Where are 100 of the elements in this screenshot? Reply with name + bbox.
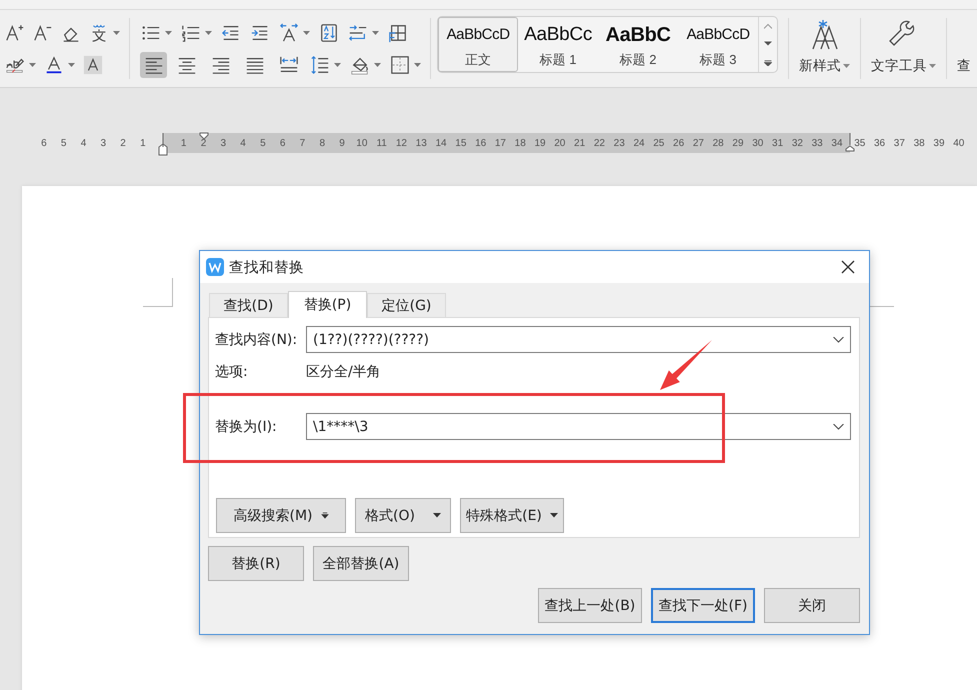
sort-icon	[319, 22, 340, 42]
ruler-number: 3	[219, 138, 228, 148]
style-item[interactable]: AaBbCc 标题 1	[518, 17, 598, 72]
ruler-number: 24	[632, 138, 646, 148]
chevron-icon	[833, 336, 844, 342]
scroll-down-icon[interactable]	[764, 41, 772, 48]
caret-icon	[550, 512, 558, 519]
button-label: 文字工具	[871, 57, 928, 75]
ruler-number: 26	[672, 138, 686, 148]
ruler-number: 2	[200, 138, 208, 148]
options-value: 区分全/半角	[306, 363, 381, 381]
ruler-number: 39	[932, 138, 946, 148]
ruler-number: 13	[414, 138, 428, 148]
line-spacing-icon	[310, 54, 330, 74]
ruler-number: 28	[712, 138, 725, 148]
options-label: 选项:	[215, 363, 249, 381]
shrink-font-icon	[33, 22, 53, 42]
ruler-number: 16	[474, 138, 488, 148]
char-shading-icon	[83, 54, 103, 74]
ruler-number: 4	[80, 138, 88, 148]
dialog-title: 查找和替换	[229, 258, 304, 276]
style-item[interactable]: AaBbC 标题 2	[598, 17, 678, 72]
ruler-number: 31	[771, 138, 784, 148]
menu-button[interactable]: 格式(O)	[355, 498, 451, 533]
caret-icon	[320, 512, 328, 519]
char-scale-icon	[279, 22, 300, 42]
tab[interactable]: 查找(D)	[209, 293, 288, 317]
style-item[interactable]: AaBbCcD 标题 3	[678, 17, 758, 72]
ruler-number: 7	[298, 138, 306, 148]
ruler-number: 9	[338, 138, 346, 148]
ruler-number: 21	[573, 138, 586, 148]
ruler-number: 17	[494, 138, 507, 148]
indent-marker[interactable]	[158, 133, 168, 157]
button-label: 查	[956, 57, 971, 75]
ruler-number: 35	[853, 138, 866, 148]
tab[interactable]: 替换(P)	[288, 291, 367, 318]
replace-field[interactable]: \1****\3	[306, 413, 851, 440]
menu-button[interactable]: 特殊格式(E)	[460, 498, 564, 533]
caret-icon	[372, 30, 380, 34]
ruler-number: 11	[375, 138, 388, 148]
more-icon[interactable]	[764, 60, 772, 66]
ruler-number: 5	[60, 138, 68, 148]
line-break-icon	[348, 22, 368, 42]
dialog-button[interactable]: 查找上一处(B)	[538, 588, 642, 623]
ruler-number: 5	[259, 138, 267, 148]
ruler-number: 6	[40, 138, 48, 148]
table-grid-icon	[388, 22, 408, 42]
caret-icon	[929, 64, 936, 68]
find-field[interactable]: (1??)(????)(????)	[306, 326, 851, 353]
caret-icon	[68, 62, 75, 66]
font-color-icon	[44, 54, 64, 74]
replace-button[interactable]: 全部替换(A)	[313, 546, 409, 581]
style-item[interactable]: AaBbCcD 正文	[438, 17, 518, 72]
dialog-button[interactable]: 查找下一处(F)	[651, 588, 755, 623]
ruler-number: 6	[278, 138, 286, 148]
numbering-icon	[181, 22, 202, 42]
align-distributed-icon	[278, 54, 299, 74]
scroll-up-icon[interactable]	[764, 23, 772, 30]
grow-font-icon	[5, 22, 25, 42]
ruler-number: 32	[790, 138, 804, 148]
ruler-number: 40	[952, 138, 966, 148]
text-tools-button[interactable]: 文字工具	[865, 10, 942, 87]
button-label: 新样式	[799, 57, 842, 75]
ruler-number: 30	[751, 138, 764, 148]
ruler-number: 10	[355, 138, 368, 148]
app-icon	[206, 258, 224, 276]
ruler-number: 36	[873, 138, 886, 148]
ruler-number: 33	[810, 138, 824, 148]
ruler-number: 1	[180, 138, 188, 148]
ruler-number: 38	[912, 138, 926, 148]
ruler-number: 20	[553, 138, 566, 148]
ruler-number: 3	[100, 138, 108, 148]
ruler-number: 37	[892, 138, 906, 148]
align-left-button[interactable]	[140, 52, 167, 78]
dialog-button[interactable]: 关闭	[764, 588, 860, 623]
caret-icon	[334, 62, 342, 66]
ruler-number: 27	[692, 138, 705, 148]
caret-icon	[29, 62, 36, 66]
ruler-number: 12	[394, 138, 408, 148]
indent-marker[interactable]	[198, 132, 209, 140]
replace-button[interactable]: 替换(R)	[208, 546, 304, 581]
ruler-number: 22	[592, 138, 606, 148]
tab[interactable]: 定位(G)	[367, 293, 446, 317]
find-button[interactable]: 查	[950, 10, 977, 87]
ruler-number: 2	[119, 138, 127, 148]
menu-button[interactable]: 高级搜索(M)	[216, 498, 346, 533]
ruler-number: 4	[239, 138, 247, 148]
close-icon[interactable]	[841, 260, 855, 274]
caret-icon	[113, 30, 120, 34]
ruler-number: 15	[454, 138, 468, 148]
caret-icon	[843, 64, 850, 68]
ruler-number: 19	[533, 138, 547, 148]
ruler-number: 14	[434, 138, 448, 148]
new-style-button[interactable]: 新样式	[793, 10, 856, 87]
field-label: 查找内容(N):	[215, 330, 298, 348]
caret-icon	[432, 512, 441, 519]
borders-icon	[390, 54, 410, 74]
ruler-number: 1	[139, 138, 147, 148]
caret-icon	[303, 30, 310, 34]
caret-icon	[374, 62, 382, 66]
